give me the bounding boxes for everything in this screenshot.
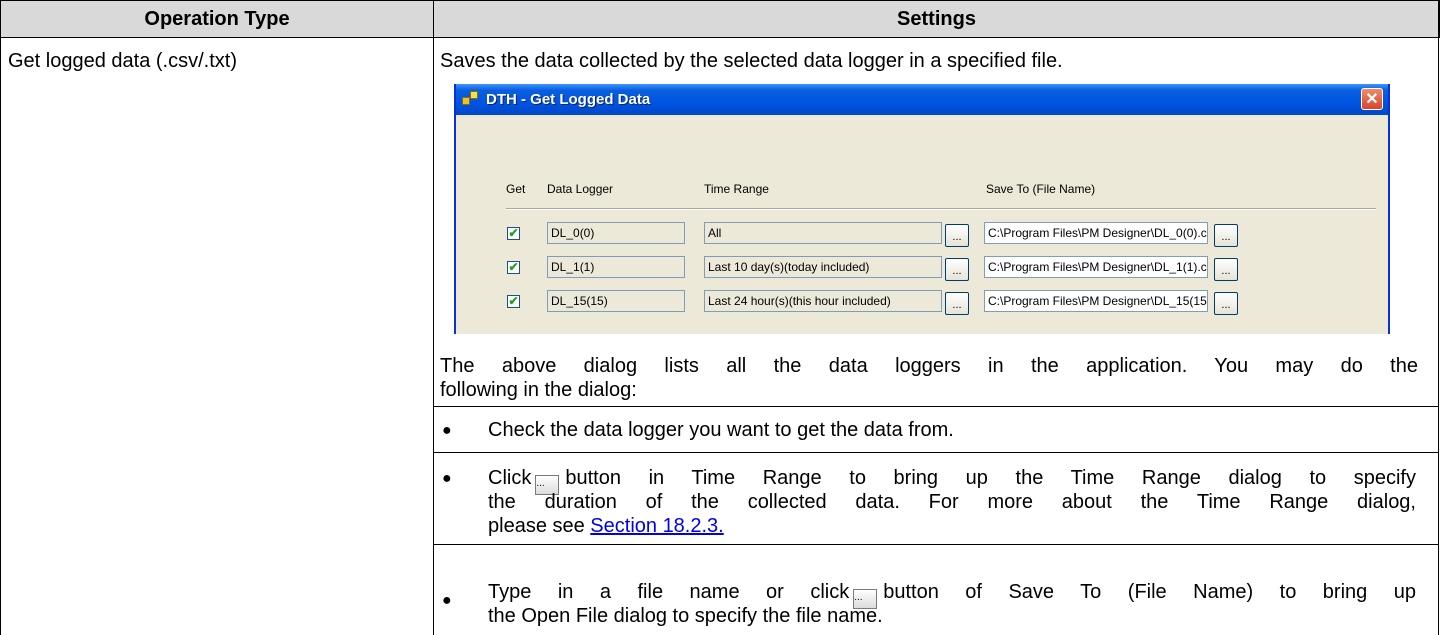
bullet-time-range-line-2: the duration of the collected data. For … (488, 491, 1416, 513)
bullet-icon: ● (442, 422, 452, 439)
logger-row: ✔ DL_0(0) All ... C:\Program Files\PM De… (456, 221, 1388, 247)
row-divider (434, 452, 1439, 453)
time-range-field: Last 24 hour(s)(this hour included) (704, 290, 942, 312)
bullet-text: button of Save To (File Name) to bring u… (883, 581, 1417, 603)
time-range-field: Last 10 day(s)(today included) (704, 256, 942, 278)
data-logger-field: DL_15(15) (547, 290, 685, 312)
bullet-text: Click (488, 467, 532, 489)
column-get: Get (506, 182, 526, 196)
column-time-range: Time Range (704, 182, 769, 196)
close-icon[interactable]: ✕ (1361, 88, 1383, 110)
get-checkbox[interactable]: ✔ (507, 295, 520, 308)
header-separator (506, 208, 1376, 210)
bullet-save-to-line-2: the Open File dialog to specify the file… (488, 605, 883, 627)
bullet-text: button in Time Range to bring up the Tim… (565, 467, 1416, 489)
logger-row: ✔ DL_15(15) Last 24 hour(s)(this hour in… (456, 289, 1388, 315)
header-settings: Settings (434, 1, 1440, 38)
column-data-logger: Data Logger (547, 182, 614, 196)
bullet-icon: ● (442, 470, 452, 487)
save-to-browse-button[interactable]: ... (1214, 258, 1238, 281)
save-to-browse-button[interactable]: ... (1214, 292, 1238, 315)
bullet-text: please see (488, 515, 591, 537)
logger-row: ✔ DL_1(1) Last 10 day(s)(today included)… (456, 255, 1388, 281)
save-to-field[interactable]: C:\Program Files\PM Designer\DL_1(1).csv (984, 256, 1208, 278)
dialog-titlebar[interactable]: DTH - Get Logged Data ✕ (456, 84, 1388, 115)
header-operation-type: Operation Type (1, 1, 434, 38)
time-range-browse-button[interactable]: ... (945, 224, 969, 247)
row-divider (434, 544, 1439, 545)
get-checkbox[interactable]: ✔ (507, 227, 520, 240)
description-line-1: The above dialog lists all the data logg… (440, 355, 1418, 377)
table-right-border (1438, 0, 1439, 635)
app-icon (462, 90, 480, 109)
bullet-check-logger: Check the data logger you want to get th… (488, 419, 954, 441)
description-line-2: following in the dialog: (440, 379, 637, 401)
settings-intro: Saves the data collected by the selected… (440, 50, 1063, 72)
data-logger-field: DL_0(0) (547, 222, 685, 244)
bullet-time-range-line-3: please see Section 18.2.3. (488, 514, 1416, 538)
time-range-browse-button[interactable]: ... (945, 258, 969, 281)
save-to-field[interactable]: C:\Program Files\PM Designer\DL_0(0).csv (984, 222, 1208, 244)
bullet-icon: ● (442, 592, 452, 609)
time-range-browse-button[interactable]: ... (945, 292, 969, 315)
column-save-to: Save To (File Name) (986, 182, 1096, 196)
dialog-title: DTH - Get Logged Data (486, 91, 651, 108)
time-range-field: All (704, 222, 942, 244)
get-logged-data-dialog: DTH - Get Logged Data ✕ Get Data Logger … (454, 84, 1390, 334)
operation-type-cell: Get logged data (.csv/.txt) (8, 50, 237, 72)
get-checkbox[interactable]: ✔ (507, 261, 520, 274)
section-link[interactable]: Section 18.2.3. (590, 515, 723, 537)
save-to-browse-button[interactable]: ... (1214, 224, 1238, 247)
row-divider (434, 406, 1439, 407)
column-divider (433, 37, 434, 635)
save-to-field[interactable]: C:\Program Files\PM Designer\DL_15(15).c… (984, 290, 1208, 312)
data-logger-field: DL_1(1) (547, 256, 685, 278)
bullet-text: Type in a file name or click (488, 581, 850, 603)
